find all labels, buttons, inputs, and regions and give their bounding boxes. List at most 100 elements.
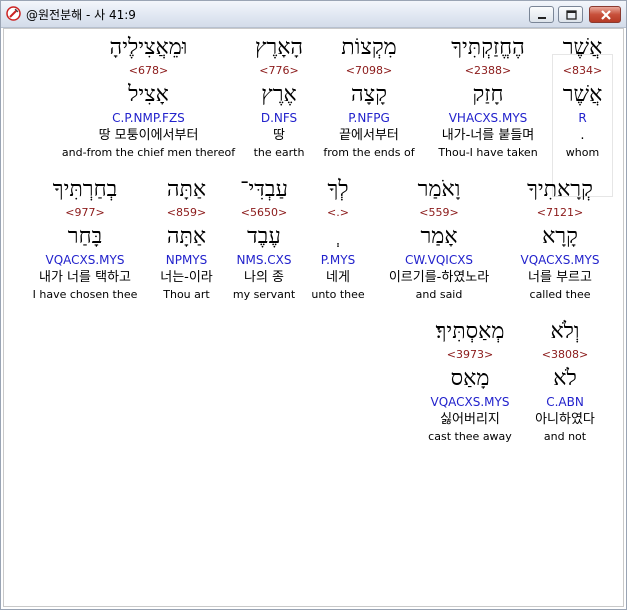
english-gloss: cast thee away [428, 430, 512, 443]
morphology-code: VHACXS.MYS [448, 111, 528, 125]
lemma-word: לֹא [553, 366, 577, 391]
morphology-code: P.MYS [320, 253, 356, 267]
english-gloss: called thee [529, 288, 591, 301]
hebrew-word: אֲשֶׁר [562, 35, 603, 60]
english-gloss: the earth [253, 146, 305, 159]
korean-gloss: 나의 종 [243, 270, 284, 285]
morphology-code: NPMYS [165, 253, 208, 267]
strong-number[interactable]: <5650> [226, 205, 302, 220]
hebrew-word: אַתָּה [166, 177, 207, 202]
english-gloss: and-from the chief men thereof [61, 146, 236, 159]
window-title: @원전분해 - 사 41:9 [26, 8, 136, 22]
morphology-code: C.ABN [546, 395, 584, 409]
strong-number[interactable]: <559> [376, 205, 502, 220]
hebrew-word: וְלֹא [550, 319, 580, 344]
morphology-code: D.NFS [260, 111, 298, 125]
hebrew-word: מִקְצוֹת [341, 35, 397, 60]
hebrew-word: עַבְדִּי־ [240, 177, 288, 202]
morphology-code: VQACXS.MYS [45, 253, 125, 267]
korean-gloss: . [580, 128, 585, 143]
english-gloss: I have chosen thee [32, 288, 138, 301]
hebrew-word: הֶחֱזַקְתִּיךָ [451, 35, 525, 60]
lemma-word: מָאַס [450, 366, 490, 391]
korean-gloss: 땅 모퉁이에서부터 [98, 128, 199, 143]
word-cell[interactable]: מִקְצוֹת <7098> קָצָה P.NFPG 끝에서부터 from … [319, 33, 419, 161]
korean-gloss: 이르기를-하였노라 [388, 270, 490, 285]
morphology-code: R [578, 111, 587, 125]
word-cell[interactable]: וְלֹא <3808> לֹא C.ABN 아니하였다 and not [528, 317, 602, 445]
strong-number[interactable]: <2388> [429, 63, 547, 78]
strong-number[interactable]: <7098> [319, 63, 419, 78]
hebrew-word: בְחַרְתִּיךָ [52, 177, 118, 202]
english-gloss: Thou art [163, 288, 210, 301]
strong-number[interactable]: <3808> [528, 347, 602, 362]
korean-gloss: 싫어버리지 [440, 412, 500, 427]
english-gloss: and not [543, 430, 587, 443]
lemma-word: אָצִיל [128, 82, 169, 107]
verse-content: אֲשֶׁר <834> אֲשֶׁר R . whom הֶחֱזַקְתִּ… [3, 28, 624, 607]
hebrew-word: וָאֹמַר [417, 177, 461, 202]
maximize-button[interactable] [558, 6, 583, 23]
english-gloss: from the ends of [323, 146, 415, 159]
word-cell[interactable]: בְחַרְתִּיךָ <977> בָּחַר VQACXS.MYS 내가 … [24, 175, 146, 303]
strong-number[interactable]: <678> [56, 63, 241, 78]
strong-number[interactable]: <859> [149, 205, 224, 220]
word-cell[interactable]: קְרָאתִיךָ <7121> קָרָא VQACXS.MYS 너를 부르… [511, 175, 609, 303]
english-gloss: my servant [232, 288, 296, 301]
korean-gloss: 아니하였다 [535, 412, 595, 427]
morphology-code: CW.VQICXS [404, 253, 474, 267]
word-cell[interactable]: וָאֹמַר <559> אָמַר CW.VQICXS 이르기를-하였노라 … [376, 175, 502, 303]
hebrew-word: מְאַסְתִּיךָ׃ [435, 319, 505, 344]
title-bar[interactable]: @원전분해 - 사 41:9 [1, 1, 626, 28]
korean-gloss: 끝에서부터 [339, 128, 399, 143]
morphology-code: VQACXS.MYS [520, 253, 600, 267]
korean-gloss: 땅 [273, 128, 285, 143]
korean-gloss: 너를 부르고 [528, 270, 592, 285]
hebrew-word: קְרָאתִיךָ [527, 177, 593, 202]
english-gloss: whom [565, 146, 600, 159]
morphology-code: NMS.CXS [236, 253, 292, 267]
english-gloss: Thou-I have taken [438, 146, 538, 159]
lemma-word: אָמַר [420, 224, 458, 249]
korean-gloss: 내가 너를 택하고 [39, 270, 131, 285]
lemma-word: קָצָה [351, 82, 387, 107]
close-button[interactable] [589, 6, 621, 23]
hebrew-word: הָאָרֶץ [254, 35, 304, 60]
strong-number[interactable]: <776> [244, 63, 314, 78]
korean-gloss: 내가-너를 붙들며 [441, 128, 535, 143]
word-cell[interactable]: אֲשֶׁר <834> אֲשֶׁר R . whom [553, 33, 612, 161]
lemma-word: אֲשֶׁר [562, 82, 603, 107]
lemma-word: ְ [304, 220, 372, 253]
korean-gloss: 너는-이라 [160, 270, 213, 285]
minimize-button[interactable] [529, 6, 554, 23]
morphology-code: P.NFPG [348, 111, 390, 125]
morphology-code: C.P.NMP.FZS [112, 111, 185, 125]
word-cell[interactable]: וּמֵאֲצִילֶיהָ <678> אָצִיל C.P.NMP.FZS … [56, 33, 241, 161]
app-icon [6, 6, 21, 21]
strong-number[interactable]: <977> [24, 205, 146, 220]
strong-number[interactable]: <3973> [418, 347, 522, 362]
lemma-word: בָּחַר [67, 224, 103, 249]
word-cell[interactable]: הֶחֱזַקְתִּיךָ <2388> חָזַק VHACXS.MYS 내… [429, 33, 547, 161]
strong-number[interactable]: <834> [553, 63, 612, 78]
korean-gloss: 네게 [326, 270, 350, 285]
english-gloss: and said [415, 288, 463, 301]
close-icon [601, 10, 611, 20]
word-cell[interactable]: מְאַסְתִּיךָ׃ <3973> מָאַס VQACXS.MYS 싫어… [418, 317, 522, 445]
strong-number[interactable]: <.> [304, 205, 372, 220]
word-cell[interactable]: הָאָרֶץ <776> אֶרֶץ D.NFS 땅 the earth [244, 33, 314, 161]
lemma-word: קָרָא [542, 224, 578, 249]
word-cell[interactable]: לְךָ <.> ְ P.MYS 네게 unto thee [304, 175, 372, 303]
hebrew-word: לְךָ [327, 177, 349, 202]
word-cell[interactable]: עַבְדִּי־ <5650> עֶבֶד NMS.CXS 나의 종 my s… [226, 175, 302, 303]
lemma-word: אַתָּה [166, 224, 207, 249]
lemma-word: עֶבֶד [247, 224, 281, 249]
word-cell[interactable]: אַתָּה <859> אַתָּה NPMYS 너는-이라 Thou art [149, 175, 224, 303]
hebrew-word: וּמֵאֲצִילֶיהָ [109, 35, 188, 60]
minimize-icon [538, 17, 546, 19]
morphology-code: VQACXS.MYS [430, 395, 510, 409]
app-window: @원전분해 - 사 41:9 אֲשֶׁר <834> אֲשֶׁר R . w… [0, 0, 627, 610]
strong-number[interactable]: <7121> [511, 205, 609, 220]
maximize-icon [566, 10, 577, 20]
english-gloss: unto thee [311, 288, 365, 301]
